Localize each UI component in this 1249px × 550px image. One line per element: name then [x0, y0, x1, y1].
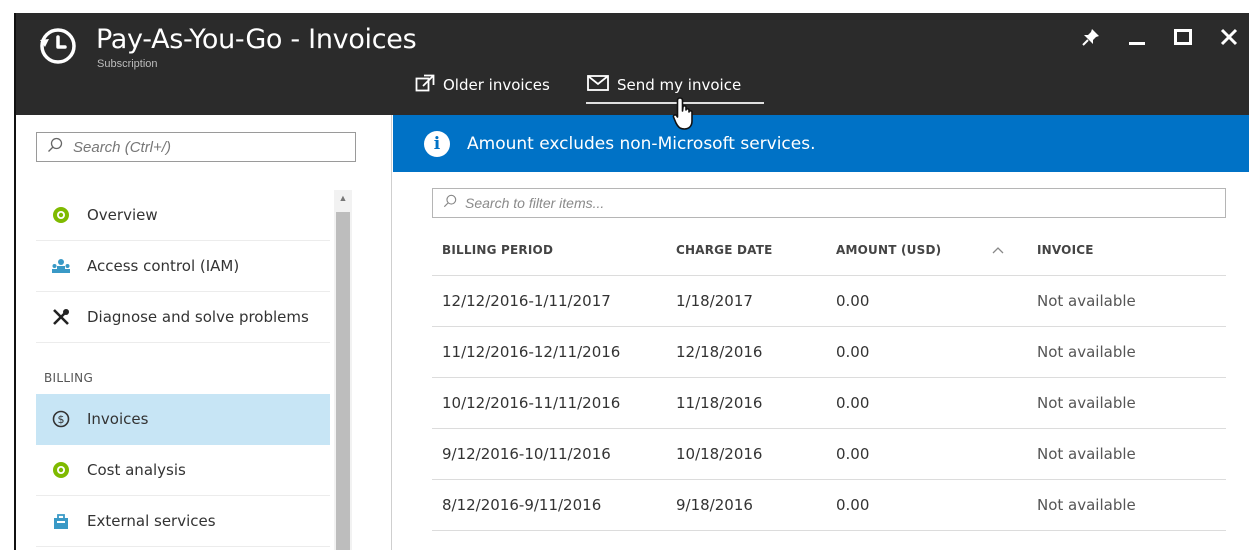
wrench-icon: [51, 307, 71, 327]
table-row[interactable]: 11/12/2016-12/11/2016 12/18/2016 0.00 No…: [432, 327, 1226, 378]
charge-date-cell: 1/18/2017: [676, 292, 753, 310]
billing-section-header: BILLING: [44, 370, 94, 385]
table-row[interactable]: 10/12/2016-11/11/2016 11/18/2016 0.00 No…: [432, 378, 1226, 429]
table-row[interactable]: 8/12/2016-9/11/2016 9/18/2016 0.00 Not a…: [432, 480, 1226, 531]
people-icon: [51, 256, 71, 276]
invoice-status-cell: Not available: [1037, 343, 1136, 361]
table-header: BILLING PERIOD CHARGE DATE AMOUNT (USD) …: [432, 225, 1226, 276]
menu-item-cost-analysis[interactable]: Cost analysis: [36, 445, 330, 496]
charge-date-cell: 10/18/2016: [676, 445, 763, 463]
menu-item-invoices[interactable]: $ Invoices: [36, 394, 330, 445]
window-controls: [1077, 23, 1243, 51]
invoice-status-cell: Not available: [1037, 292, 1136, 310]
billing-period-cell: 8/12/2016-9/11/2016: [442, 496, 602, 514]
search-icon: [47, 137, 63, 158]
charge-date-cell: 12/18/2016: [676, 343, 763, 361]
menu-search-input[interactable]: [73, 138, 333, 156]
invoices-table: BILLING PERIOD CHARGE DATE AMOUNT (USD) …: [432, 225, 1226, 531]
overview-icon: [51, 205, 71, 225]
amount-cell: 0.00: [836, 496, 870, 514]
amount-cell: 0.00: [836, 394, 870, 412]
invoice-status-cell: Not available: [1037, 496, 1136, 514]
hand-cursor-icon: [672, 96, 698, 132]
scroll-up-arrow-icon[interactable]: ▲: [334, 190, 352, 206]
cost-analysis-icon: [51, 460, 71, 480]
minimize-icon[interactable]: [1123, 23, 1151, 51]
menu-search-box[interactable]: [36, 132, 356, 162]
top-margin: [0, 0, 1249, 13]
info-banner: i Amount excludes non-Microsoft services…: [393, 115, 1249, 172]
menu-list: Overview Access control (IAM) Diagnose a…: [36, 190, 330, 547]
send-invoice-label: Send my invoice: [617, 76, 742, 94]
menu-item-external-services[interactable]: External services: [36, 496, 330, 547]
older-invoices-label: Older invoices: [443, 76, 550, 94]
sort-ascending-icon[interactable]: [992, 246, 1037, 254]
filter-input[interactable]: [465, 195, 1165, 211]
info-icon: i: [424, 130, 450, 157]
left-margin: [0, 0, 14, 550]
scrollbar-thumb[interactable]: [336, 212, 350, 550]
close-icon[interactable]: [1215, 23, 1243, 51]
invoice-status-cell: Not available: [1037, 394, 1136, 412]
svg-text:$: $: [58, 413, 65, 426]
menu-item-label: Access control (IAM): [87, 257, 240, 275]
billing-clock-icon: [38, 26, 78, 66]
column-header-amount[interactable]: AMOUNT (USD): [836, 243, 992, 257]
menu-item-label: Overview: [87, 206, 158, 224]
send-invoice-button[interactable]: Send my invoice: [587, 72, 741, 98]
pin-icon[interactable]: [1077, 23, 1105, 51]
bag-icon: [51, 511, 71, 531]
menu-item-overview[interactable]: Overview: [36, 190, 330, 241]
menu-item-label: Invoices: [87, 410, 149, 428]
search-icon: [443, 194, 457, 213]
amount-cell: 0.00: [836, 343, 870, 361]
menu-item-label: Cost analysis: [87, 461, 186, 479]
charge-date-cell: 11/18/2016: [676, 394, 763, 412]
mail-icon: [587, 75, 609, 95]
charge-date-cell: 9/18/2016: [676, 496, 753, 514]
column-header-invoice[interactable]: INVOICE: [1037, 243, 1217, 257]
banner-text: Amount excludes non-Microsoft services.: [467, 133, 816, 154]
menu-item-access-control[interactable]: Access control (IAM): [36, 241, 330, 292]
blade-title: Pay-As-You-Go - Invoices: [96, 24, 417, 55]
billing-period-cell: 10/12/2016-11/11/2016: [442, 394, 621, 412]
billing-period-cell: 9/12/2016-10/11/2016: [442, 445, 611, 463]
billing-period-cell: 11/12/2016-12/11/2016: [442, 343, 621, 361]
column-header-billing-period[interactable]: BILLING PERIOD: [432, 243, 676, 257]
resource-menu: Overview Access control (IAM): [16, 115, 392, 550]
amount-cell: 0.00: [836, 445, 870, 463]
blade-header: Pay-As-You-Go - Invoices Subscription: [16, 13, 1249, 115]
older-invoices-button[interactable]: Older invoices: [415, 72, 550, 98]
blade-subtitle: Subscription: [97, 58, 158, 70]
dollar-icon: $: [51, 409, 71, 429]
column-header-charge-date[interactable]: CHARGE DATE: [676, 243, 836, 257]
menu-item-label: External services: [87, 512, 216, 530]
menu-scrollbar[interactable]: ▲: [334, 190, 352, 550]
maximize-icon[interactable]: [1169, 23, 1197, 51]
invoices-content: i Amount excludes non-Microsoft services…: [393, 115, 1249, 550]
external-link-icon: [415, 74, 435, 96]
amount-cell: 0.00: [836, 292, 870, 310]
table-row[interactable]: 12/12/2016-1/11/2017 1/18/2017 0.00 Not …: [432, 276, 1226, 327]
menu-item-diagnose[interactable]: Diagnose and solve problems: [36, 292, 330, 343]
filter-search-box[interactable]: [432, 188, 1226, 218]
menu-item-label: Diagnose and solve problems: [87, 308, 309, 326]
app-window: Pay-As-You-Go - Invoices Subscription Ol…: [0, 0, 1249, 550]
table-row[interactable]: 9/12/2016-10/11/2016 10/18/2016 0.00 Not…: [432, 429, 1226, 480]
invoice-status-cell: Not available: [1037, 445, 1136, 463]
billing-period-cell: 12/12/2016-1/11/2017: [442, 292, 611, 310]
